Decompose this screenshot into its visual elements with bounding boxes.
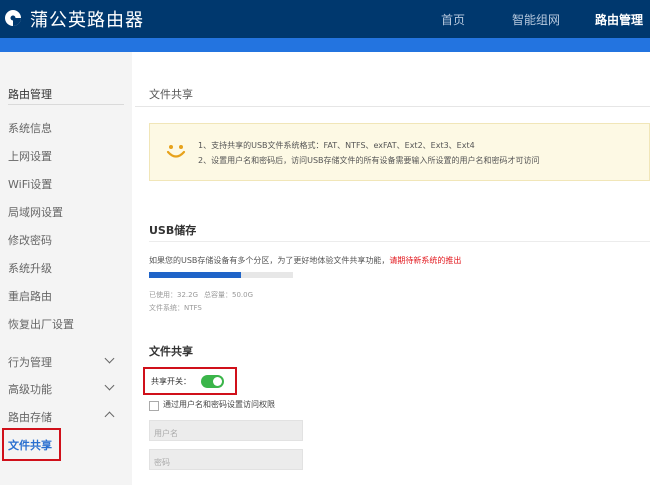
nav-smart-network[interactable]: 智能组网 xyxy=(512,11,560,28)
sidebar-divider xyxy=(8,104,124,105)
smiley-icon xyxy=(166,145,186,158)
page-title: 文件共享 xyxy=(149,88,193,101)
sidebar-item-lan-settings[interactable]: 局域网设置 xyxy=(8,204,63,220)
sidebar-item-reboot[interactable]: 重启路由 xyxy=(8,288,52,304)
notice-line-1: 1、支持共享的USB文件系统格式：FAT、NTFS、exFAT、Ext2、Ext… xyxy=(198,141,475,150)
sidebar-item-internet-settings[interactable]: 上网设置 xyxy=(8,148,52,164)
auth-checkbox-label: 通过用户名和密码设置访问权限 xyxy=(163,400,275,409)
sidebar-group-storage[interactable]: 路由存储 xyxy=(8,409,52,425)
sidebar-item-factory-reset[interactable]: 恢复出厂设置 xyxy=(8,316,74,332)
share-section-title: 文件共享 xyxy=(149,345,193,358)
sidebar-item-change-password[interactable]: 修改密码 xyxy=(8,232,52,248)
password-field-wrap xyxy=(149,449,303,472)
usb-capacity: 总容量：50.0G xyxy=(204,291,254,299)
usb-usage-text: 已使用：32.2G 总容量：50.0G xyxy=(149,290,253,300)
usb-divider xyxy=(149,241,650,242)
usb-section-title: USB储存 xyxy=(149,224,197,237)
notice-line-2: 2、设置用户名和密码后，访问USB存储文件的所有设备需要输入所设置的用户名和密码… xyxy=(198,156,540,165)
username-field-wrap xyxy=(149,420,303,443)
auth-checkbox[interactable] xyxy=(149,401,159,411)
username-input[interactable] xyxy=(150,424,294,443)
highlight-box xyxy=(143,367,237,395)
usb-usage-fill xyxy=(149,272,242,278)
brand-title: 蒲公英路由器 xyxy=(30,10,144,31)
title-divider xyxy=(135,106,650,107)
highlight-box xyxy=(2,428,61,461)
sidebar-item-system-info[interactable]: 系统信息 xyxy=(8,120,52,136)
password-input[interactable] xyxy=(150,453,294,472)
usb-description-text: 如果您的USB存储设备有多个分区，为了更好地体验文件共享功能， xyxy=(149,256,390,265)
top-header: 蒲公英路由器 首页 智能组网 路由管理 xyxy=(0,0,650,38)
usb-filesystem: 文件系统：NTFS xyxy=(149,304,202,312)
usb-used: 已使用：32.2G xyxy=(149,291,199,299)
notice-box: 1、支持共享的USB文件系统格式：FAT、NTFS、exFAT、Ext2、Ext… xyxy=(149,123,650,181)
sidebar-item-wifi-settings[interactable]: WiFi设置 xyxy=(8,176,52,192)
nav-router-management[interactable]: 路由管理 xyxy=(595,11,643,28)
usb-description: 如果您的USB存储设备有多个分区，为了更好地体验文件共享功能，请期待新系统的推出 xyxy=(149,255,461,266)
sidebar-group-behavior[interactable]: 行为管理 xyxy=(8,354,52,370)
sidebar-group-advanced[interactable]: 高级功能 xyxy=(8,381,52,397)
sidebar-item-system-upgrade[interactable]: 系统升级 xyxy=(8,260,52,276)
nav-home[interactable]: 首页 xyxy=(441,11,465,28)
usb-warning-link[interactable]: 请期待新系统的推出 xyxy=(389,256,461,265)
usb-usage-progress xyxy=(149,272,293,278)
dandelion-logo-icon xyxy=(5,10,21,26)
sidebar-title: 路由管理 xyxy=(8,88,52,101)
accent-bar xyxy=(0,38,650,52)
